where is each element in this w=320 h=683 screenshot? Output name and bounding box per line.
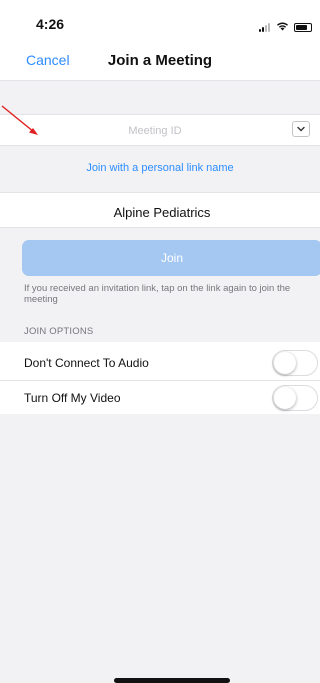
turn-off-video-toggle[interactable] <box>272 385 318 411</box>
toggle-knob <box>274 387 296 409</box>
meeting-history-dropdown-button[interactable] <box>292 121 310 137</box>
display-name-input[interactable] <box>20 202 304 222</box>
empty-background-area <box>0 414 320 683</box>
status-bar: 4:26 <box>0 0 320 44</box>
option-label: Don't Connect To Audio <box>24 356 149 370</box>
annotation-arrow-icon <box>1 105 38 135</box>
status-icons <box>259 18 312 36</box>
option-label: Turn Off My Video <box>24 391 121 405</box>
navigation-bar: Cancel Join a Meeting <box>0 44 320 80</box>
toggle-knob <box>274 352 296 374</box>
join-section: Join If you received an invitation link,… <box>0 228 320 342</box>
join-with-personal-link-link[interactable]: Join with a personal link name <box>0 162 320 174</box>
join-options-header: JOIN OPTIONS <box>24 326 94 337</box>
option-row-turn-off-video: Turn Off My Video <box>0 380 320 414</box>
personal-link-row: Join with a personal link name <box>0 146 320 192</box>
join-meeting-screen: 4:26 Cancel Join a Meeting Meeting ID Jo… <box>0 0 320 683</box>
meeting-id-input[interactable] <box>40 121 270 141</box>
option-row-dont-connect-audio: Don't Connect To Audio <box>0 346 320 380</box>
home-indicator[interactable] <box>114 678 230 683</box>
wifi-icon <box>276 18 289 36</box>
battery-icon <box>294 22 312 32</box>
page-title: Join a Meeting <box>107 52 213 69</box>
status-time: 4:26 <box>36 16 65 32</box>
display-name-row <box>0 192 320 228</box>
join-button[interactable]: Join <box>22 240 320 276</box>
dont-connect-audio-toggle[interactable] <box>272 350 318 376</box>
join-help-text: If you received an invitation link, tap … <box>24 283 291 305</box>
chevron-down-icon <box>297 126 305 132</box>
cellular-signal-icon <box>259 22 271 32</box>
